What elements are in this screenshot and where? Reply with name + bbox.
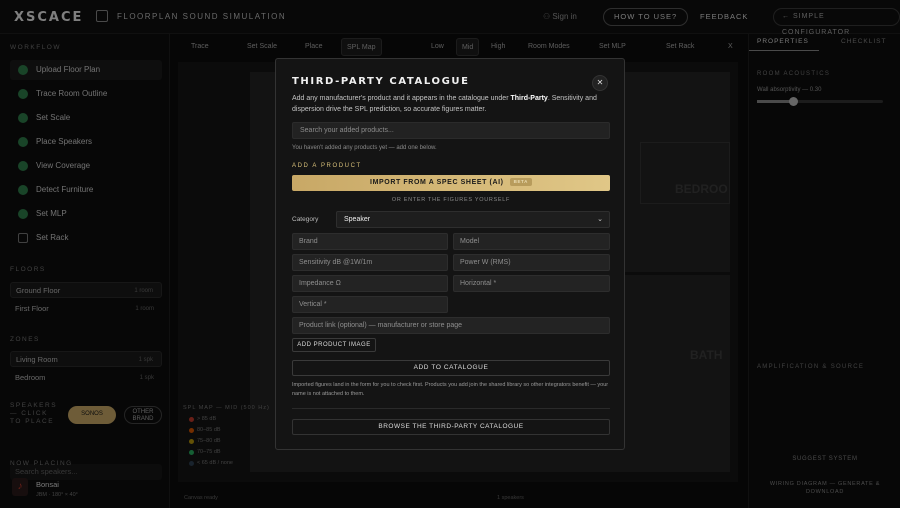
sensitivity-field[interactable]: Sensitivity dB @1W/1m — [292, 254, 448, 271]
close-icon[interactable]: ✕ — [592, 75, 608, 91]
modal-description: Add any manufacturer's product and it ap… — [292, 94, 610, 115]
add-product-image-button[interactable]: ADD PRODUCT IMAGE — [292, 338, 376, 352]
third-party-catalogue-modal: THIRD-PARTY CATALOGUE ✕ Add any manufact… — [275, 58, 625, 450]
horizontal-dispersion-field[interactable]: Horizontal * — [453, 275, 610, 292]
browse-catalogue-button[interactable]: BROWSE THE THIRD-PARTY CATALOGUE — [292, 419, 610, 435]
vertical-dispersion-field[interactable]: Vertical * — [292, 296, 448, 313]
import-note: Imported figures land in the form for yo… — [292, 382, 609, 397]
or-divider-text: OR ENTER THE FIGURES YOURSELF — [391, 197, 511, 203]
import-label: IMPORT FROM A SPEC SHEET (AI) — [370, 179, 504, 186]
beta-badge: BETA — [509, 178, 532, 187]
modal-title: THIRD-PARTY CATALOGUE — [292, 76, 470, 87]
impedance-field[interactable]: Impedance Ω — [292, 275, 448, 292]
add-product-heading: ADD A PRODUCT — [292, 163, 362, 169]
power-field[interactable]: Power W (RMS) — [453, 254, 610, 271]
category-select[interactable]: Speaker ⌄ — [336, 211, 610, 228]
product-search-input[interactable]: Search your added products... — [292, 122, 610, 139]
empty-state-text: You haven't added any products yet — add… — [292, 145, 437, 151]
divider — [292, 408, 610, 409]
model-field[interactable]: Model — [453, 233, 610, 250]
category-label: Category — [292, 216, 319, 223]
category-value: Speaker — [344, 216, 371, 223]
product-link-field[interactable]: Product link (optional) — manufacturer o… — [292, 317, 610, 334]
add-to-catalogue-button[interactable]: ADD TO CATALOGUE — [292, 360, 610, 376]
brand-field[interactable]: Brand — [292, 233, 448, 250]
description-text: Add any manufacturer's product and it ap… — [292, 95, 511, 102]
chevron-down-icon: ⌄ — [597, 216, 603, 223]
import-spec-sheet-button[interactable]: IMPORT FROM A SPEC SHEET (AI) BETA — [292, 175, 610, 191]
description-strong: Third-Party — [510, 95, 548, 102]
